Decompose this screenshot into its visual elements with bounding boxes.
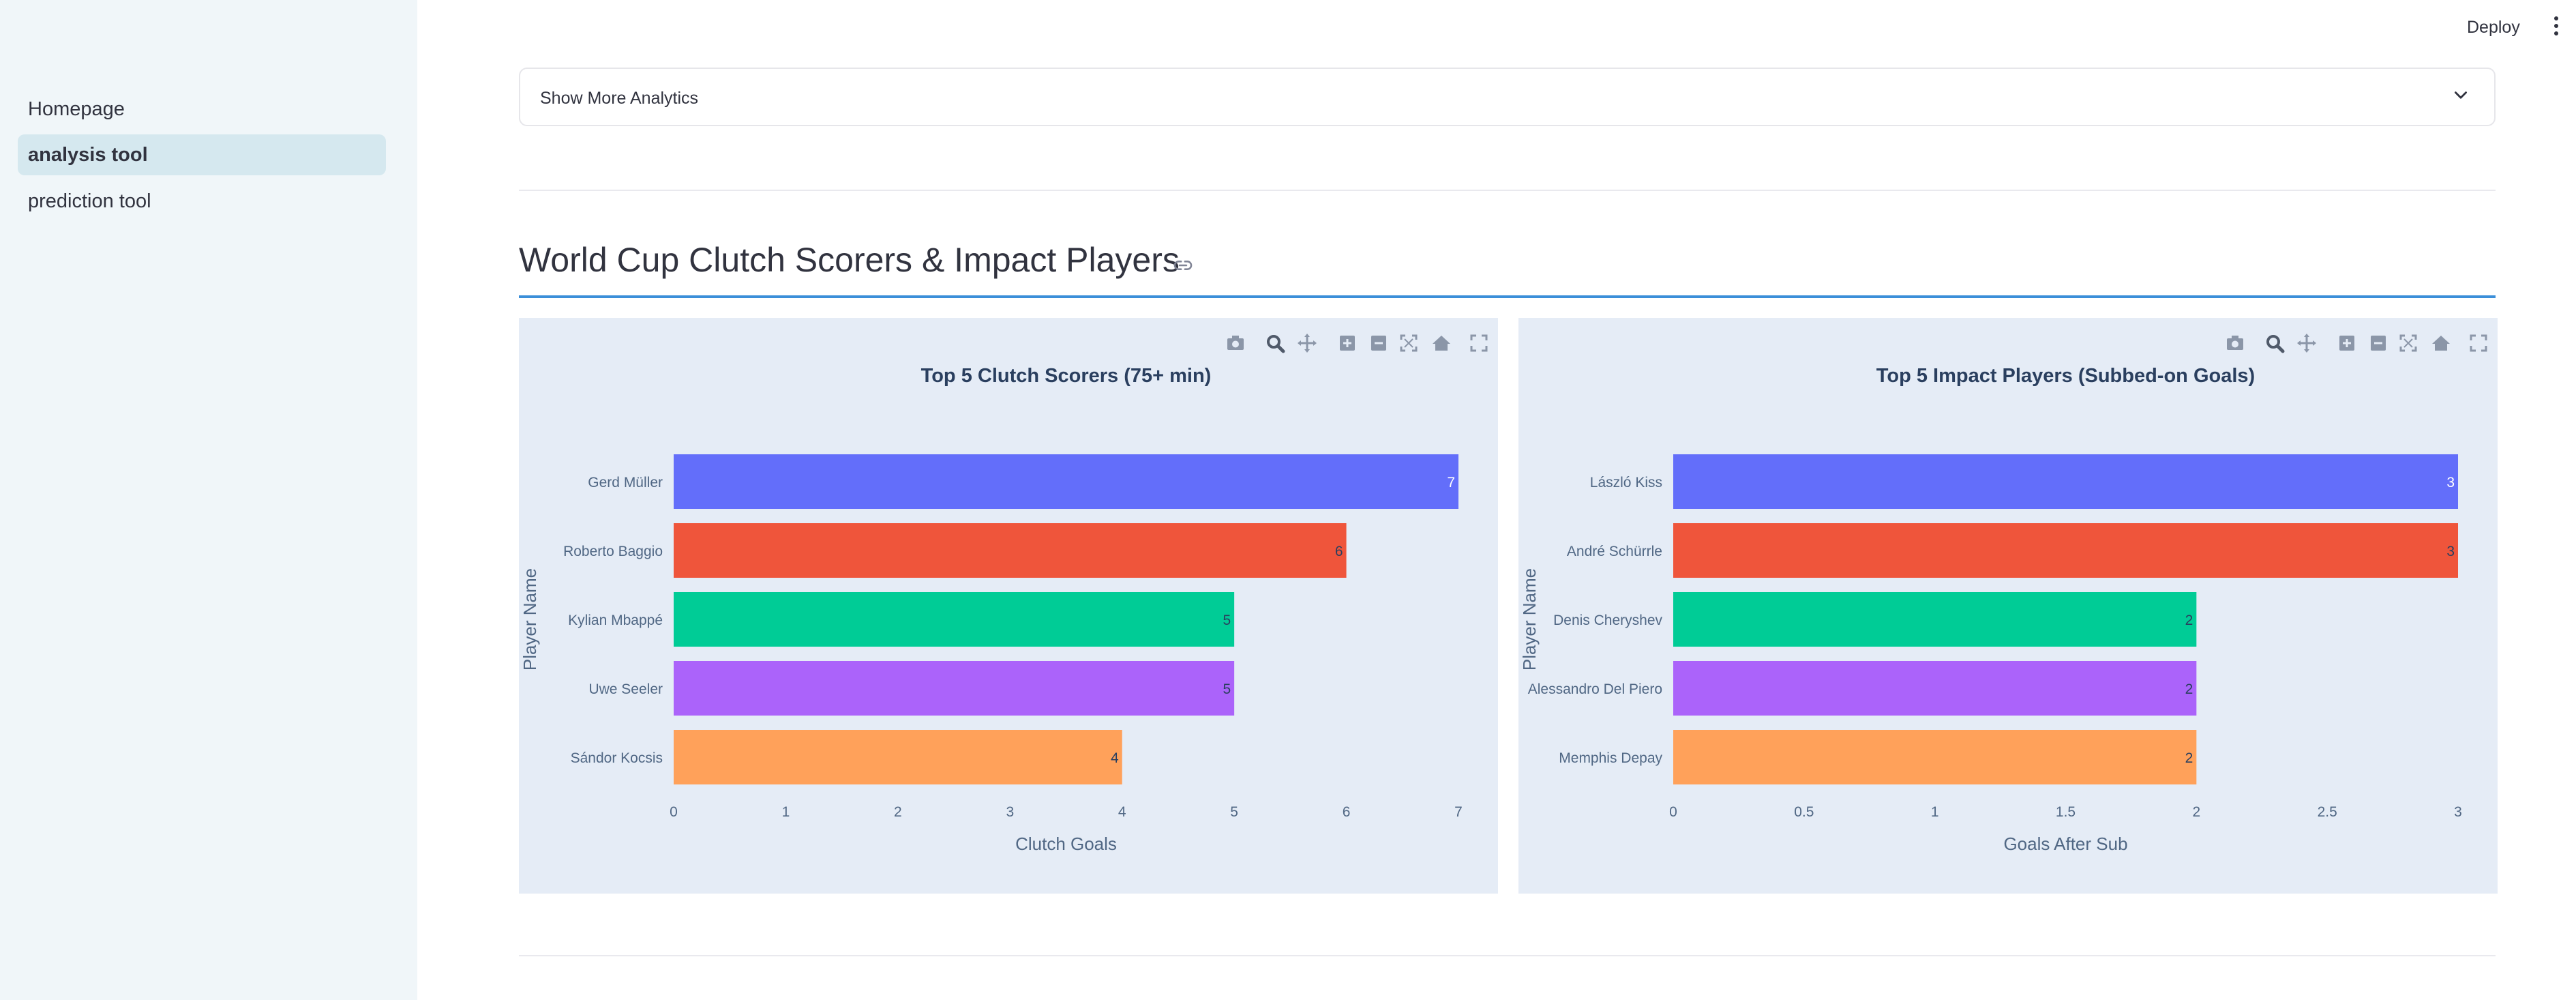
bar-value-label: 2 [2185, 613, 2193, 628]
sidebar-item-homepage[interactable]: Homepage [18, 89, 386, 130]
zoom-in-icon[interactable] [1340, 336, 1355, 351]
zoom-out-icon[interactable] [2371, 336, 2386, 351]
bar[interactable] [674, 730, 1122, 784]
chart-title: Top 5 Impact Players (Subbed-on Goals) [1876, 365, 2255, 387]
bar[interactable] [674, 523, 1347, 578]
bar-value-label: 7 [1447, 475, 1455, 490]
y-tick-label: Sándor Kocsis [571, 750, 663, 766]
y-tick-label: Uwe Seeler [588, 681, 663, 697]
x-tick-label: 2.5 [2318, 804, 2337, 820]
y-tick-label: Alessandro Del Piero [1528, 681, 1662, 697]
x-tick-label: 1.5 [2056, 804, 2076, 820]
x-tick-label: 0 [670, 804, 678, 820]
x-axis-title: Clutch Goals [1015, 834, 1117, 854]
expander-label: Show More Analytics [540, 89, 699, 108]
bar[interactable] [674, 592, 1235, 647]
zoom-in-icon[interactable] [2339, 336, 2354, 351]
y-axis-title: Player Name [520, 568, 540, 671]
divider [519, 955, 2496, 956]
show-more-analytics-expander[interactable]: Show More Analytics [519, 68, 2496, 126]
kebab-menu-icon[interactable] [2553, 16, 2560, 40]
bar[interactable] [1673, 661, 2197, 716]
zoom-out-icon[interactable] [1371, 336, 1386, 351]
bar-value-label: 2 [2185, 681, 2193, 697]
x-tick-label: 3 [1006, 804, 1014, 820]
x-tick-label: 5 [1230, 804, 1238, 820]
divider [519, 190, 2496, 191]
x-tick-label: 2 [2192, 804, 2200, 820]
x-tick-label: 3 [2454, 804, 2462, 820]
bar[interactable] [1673, 523, 2458, 578]
bar-value-label: 5 [1223, 613, 1231, 628]
bar-value-label: 4 [1111, 750, 1119, 766]
y-tick-label: László Kiss [1590, 475, 1662, 490]
x-tick-label: 0 [1669, 804, 1677, 820]
y-axis-title: Player Name [1519, 568, 1540, 671]
y-tick-label: Denis Cheryshev [1553, 613, 1662, 628]
bar[interactable] [674, 454, 1458, 509]
bar-value-label: 3 [2446, 544, 2455, 559]
sidebar-item-analysis-tool[interactable]: analysis tool [18, 134, 386, 175]
x-tick-label: 7 [1454, 804, 1463, 820]
bar-value-label: 6 [1335, 544, 1343, 559]
link-icon[interactable] [1171, 254, 1195, 277]
x-tick-label: 2 [894, 804, 902, 820]
bar[interactable] [1673, 730, 2197, 784]
y-tick-label: Memphis Depay [1559, 750, 1662, 766]
y-tick-label: Kylian Mbappé [568, 613, 663, 628]
bar[interactable] [674, 661, 1235, 716]
bar-value-label: 3 [2446, 475, 2455, 490]
bar-value-label: 5 [1223, 681, 1231, 697]
impact-players-chart: Top 5 Impact Players (Subbed-on Goals) Lá… [1518, 318, 2498, 894]
y-tick-label: Roberto Baggio [563, 544, 663, 559]
sidebar: Homepage analysis tool prediction tool [0, 0, 417, 1000]
section-title: World Cup Clutch Scorers & Impact Player… [519, 241, 1180, 279]
bar[interactable] [1673, 454, 2458, 509]
section-title-underline [519, 295, 2496, 298]
sidebar-item-prediction-tool[interactable]: prediction tool [18, 181, 386, 222]
x-axis-title: Goals After Sub [2003, 834, 2127, 854]
bar-value-label: 2 [2185, 750, 2193, 766]
y-tick-label: André Schürrle [1567, 544, 1662, 559]
x-tick-label: 6 [1343, 804, 1351, 820]
x-tick-label: 0.5 [1794, 804, 1814, 820]
x-tick-label: 4 [1118, 804, 1126, 820]
clutch-scorers-chart: Top 5 Clutch Scorers (75+ min) Gerd Mülle… [519, 318, 1498, 894]
y-tick-label: Gerd Müller [588, 475, 663, 490]
deploy-button[interactable]: Deploy [2467, 18, 2520, 38]
chart-title: Top 5 Clutch Scorers (75+ min) [921, 365, 1212, 387]
chevron-down-icon [2455, 91, 2467, 99]
x-tick-label: 1 [782, 804, 790, 820]
x-tick-label: 1 [1931, 804, 1939, 820]
bar[interactable] [1673, 592, 2197, 647]
